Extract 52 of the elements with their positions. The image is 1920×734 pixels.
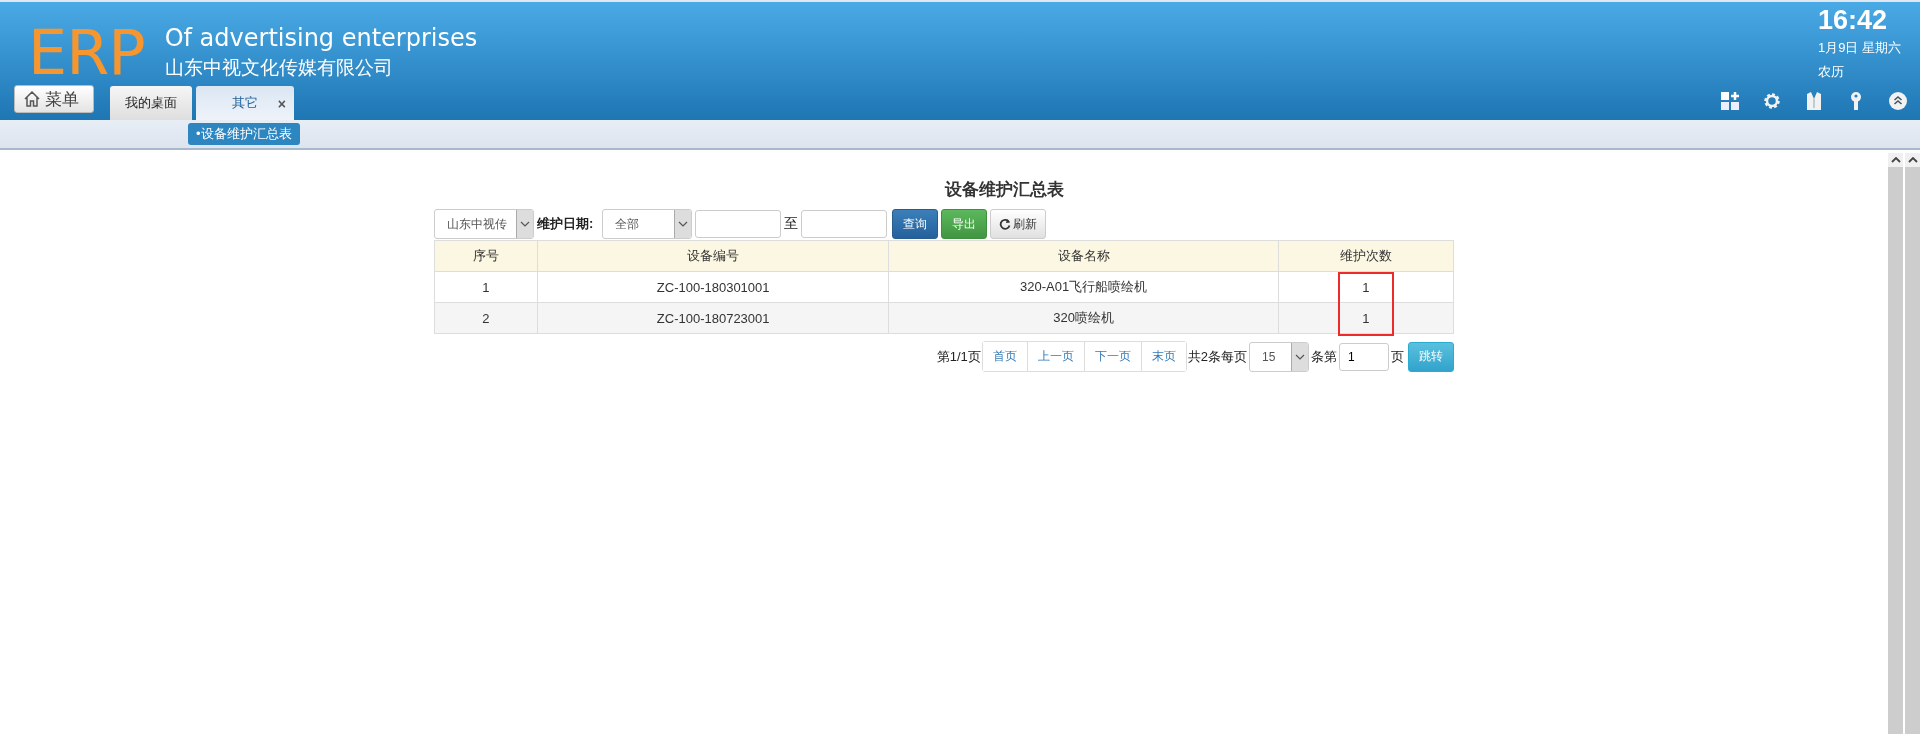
table-cell: 1 <box>1278 302 1454 334</box>
add-widget-icon[interactable] <box>1720 91 1740 111</box>
page-size-select[interactable]: 15 <box>1249 341 1309 372</box>
settings-icon[interactable] <box>1762 91 1782 111</box>
page-link[interactable]: 末页 <box>1140 342 1186 371</box>
goto-label: 条第 <box>1311 347 1337 366</box>
caret-icon[interactable] <box>1295 353 1305 360</box>
table-cell: 1 <box>434 271 538 303</box>
date-label: 维护日期: <box>537 215 594 233</box>
column-header: 维护次数 <box>1278 240 1454 272</box>
table-cell: ZC-100-180723001 <box>537 302 889 334</box>
refresh-button[interactable]: 刷新 <box>990 209 1047 239</box>
app-title: Of advertising enterprises <box>164 23 478 54</box>
home-icon[interactable] <box>23 90 41 108</box>
shirt-icon[interactable] <box>1804 91 1824 111</box>
total-info: 共2条每页 <box>1187 347 1247 366</box>
scrollbar[interactable] <box>1905 153 1920 734</box>
caret-icon[interactable] <box>678 221 689 227</box>
query-button[interactable]: 查询 <box>892 209 939 239</box>
table-cell: 1 <box>1278 271 1454 303</box>
tab[interactable]: 我的桌面 <box>110 86 192 120</box>
scroll-up-icon[interactable] <box>1890 157 1901 163</box>
company-select[interactable]: 山东中视传 <box>434 209 534 239</box>
page-info: 第1/1页 <box>936 347 981 366</box>
close-button[interactable]: × <box>277 96 286 112</box>
page-number-field[interactable]: 1 <box>1339 342 1389 371</box>
date-range-select[interactable]: 全部 <box>602 209 693 239</box>
breadcrumb-tab[interactable]: •设备维护汇总表 <box>188 123 300 145</box>
page-suffix: 页 <box>1391 347 1404 366</box>
caret-icon[interactable] <box>520 221 530 227</box>
menu-button[interactable]: 菜单 <box>14 85 94 113</box>
tab[interactable]: 其它 × <box>196 86 294 120</box>
clock-time: 16:42 <box>1818 5 1889 35</box>
logo-text: ERP <box>28 22 145 86</box>
range-separator: 至 <box>784 215 799 233</box>
end-date-field[interactable] <box>801 210 888 238</box>
collapse-icon[interactable] <box>1888 91 1908 111</box>
column-header: 设备编号 <box>537 240 889 272</box>
refresh-icon[interactable] <box>999 218 1012 230</box>
clock-date: 1月9日 星期六 <box>1818 39 1903 57</box>
scroll-up-icon[interactable] <box>1907 157 1918 163</box>
table-cell: 320-A01飞行船喷绘机 <box>888 271 1279 303</box>
report-title: 设备维护汇总表 <box>943 179 1065 201</box>
column-header: 设备名称 <box>888 240 1279 272</box>
table-cell: 320喷绘机 <box>888 302 1279 334</box>
scrollbar[interactable] <box>1888 153 1903 734</box>
table-cell: ZC-100-180301001 <box>537 271 889 303</box>
company-name: 山东中视文化传媒有限公司 <box>164 56 394 80</box>
column-header: 序号 <box>434 240 538 272</box>
table-cell: 2 <box>434 302 538 334</box>
start-date-field[interactable] <box>695 210 782 238</box>
lunar-date: 农历 <box>1818 63 1845 81</box>
